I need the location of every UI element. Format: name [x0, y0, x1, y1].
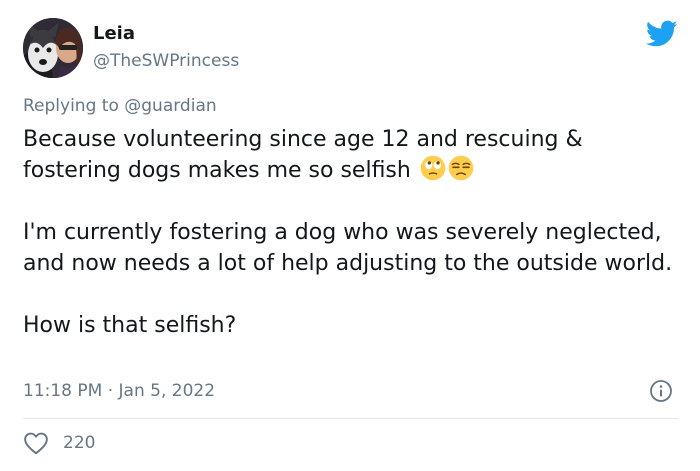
face-with-rolling-eyes-icon — [420, 155, 446, 181]
divider — [23, 418, 678, 419]
author-handle[interactable]: @TheSWPrincess — [93, 50, 239, 72]
heart-icon[interactable] — [23, 431, 49, 455]
info-icon[interactable] — [649, 379, 673, 403]
timestamp-separator: · — [102, 381, 119, 401]
tweet-paragraph-1: Because volunteering since age 12 and re… — [23, 127, 590, 183]
tweet-text: Because volunteering since age 12 and re… — [23, 124, 683, 372]
unamused-face-icon — [448, 155, 474, 181]
replying-to: Replying to @guardian — [23, 95, 217, 117]
tweet-card: Leia @TheSWPrincess Replying to @guardia… — [0, 0, 700, 471]
tweet-paragraph-3: How is that selfish? — [23, 313, 237, 338]
replying-to-label: Replying to — [23, 96, 125, 116]
tweet-date: Jan 5, 2022 — [118, 381, 216, 401]
author-display-name[interactable]: Leia — [93, 22, 135, 46]
like-count: 220 — [63, 433, 96, 453]
reply-mention-link[interactable]: @guardian — [124, 96, 216, 116]
avatar[interactable] — [23, 18, 83, 78]
tweet-paragraph-2: I'm currently fostering a dog who was se… — [23, 220, 673, 276]
twitter-bird-icon[interactable] — [646, 20, 678, 48]
tweet-timestamp[interactable]: 11:18 PM · Jan 5, 2022 — [23, 380, 215, 402]
avatar-image — [23, 18, 83, 78]
like-action[interactable]: 220 — [23, 430, 95, 456]
tweet-time: 11:18 PM — [23, 381, 103, 401]
tweet-paragraph: Because volunteering since age 12 and re… — [23, 124, 683, 186]
